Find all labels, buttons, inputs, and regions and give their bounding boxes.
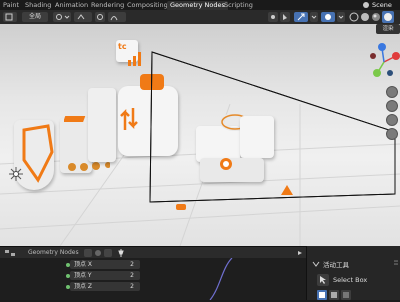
tab-animation[interactable]: Animation xyxy=(52,1,91,10)
tab-compositing[interactable]: Compositing xyxy=(124,1,171,10)
scene-icon[interactable] xyxy=(362,1,370,9)
selection-mode-buttons[interactable] xyxy=(317,290,353,300)
socket-icon[interactable] xyxy=(66,273,70,278)
overlays-dropdown[interactable] xyxy=(337,12,345,22)
navigation-gizmo[interactable] xyxy=(368,42,400,82)
tab-paint[interactable]: Paint xyxy=(0,1,22,10)
node-row-vertex-y[interactable]: 顶点 Y 2 xyxy=(66,271,140,280)
active-tool-title: 活动工具 xyxy=(323,261,349,269)
material-shading-icon[interactable] xyxy=(371,12,381,22)
gizmo-dropdown[interactable] xyxy=(310,12,318,22)
render-badge[interactable]: 渲染 xyxy=(376,24,400,34)
snap-toggle[interactable] xyxy=(74,12,92,22)
editor-type-button[interactable] xyxy=(3,12,17,22)
transform-orientation-label: 全局 xyxy=(28,13,41,20)
camera-view-button[interactable] xyxy=(386,114,398,126)
node-row-label: 顶点 Y xyxy=(74,272,92,279)
perspective-toggle-button[interactable] xyxy=(386,128,398,140)
node-tree-tools[interactable] xyxy=(84,249,114,257)
editor-type-icon[interactable] xyxy=(4,249,16,257)
tab-rendering[interactable]: Rendering xyxy=(88,1,127,10)
select-box-label: Select Box xyxy=(333,276,368,284)
node-row-vertex-x[interactable]: 顶点 X 2 xyxy=(66,260,140,269)
visibility-icon[interactable] xyxy=(268,12,278,22)
node-row-vertex-z[interactable]: 顶点 Z 2 xyxy=(66,282,140,291)
pan-view-button[interactable] xyxy=(386,100,398,112)
solid-shading-icon[interactable] xyxy=(360,12,370,22)
node-row-value[interactable]: 2 xyxy=(130,282,134,291)
proportional-edit-toggle[interactable] xyxy=(95,12,105,22)
toggle-sidebar-icon[interactable] xyxy=(296,249,304,257)
tab-scripting[interactable]: Scripting xyxy=(221,1,256,10)
collapse-chevron-icon[interactable] xyxy=(312,260,320,268)
rendered-shading-icon[interactable] xyxy=(382,11,394,23)
selectability-icon[interactable] xyxy=(280,12,290,22)
node-row-value[interactable]: 2 xyxy=(130,271,134,280)
falloff-dropdown[interactable] xyxy=(108,12,126,22)
viewport-header: 全局 xyxy=(0,10,400,25)
node-row-label: 顶点 Z xyxy=(74,283,93,290)
transform-orientation-dropdown[interactable]: 全局 xyxy=(22,12,48,22)
tab-shading[interactable]: Shading xyxy=(22,1,54,10)
scene-selector[interactable]: Scene xyxy=(372,1,392,10)
socket-icon[interactable] xyxy=(66,262,70,267)
3d-viewport[interactable]: tc xyxy=(0,24,400,246)
node-row-value[interactable]: 2 xyxy=(130,260,134,269)
node-row-label: 顶点 X xyxy=(74,261,93,268)
node-link-curve xyxy=(209,258,233,300)
select-box-tool-icon[interactable] xyxy=(317,274,329,286)
tool-settings-panel: 活动工具 Select Box xyxy=(306,246,400,300)
socket-icon[interactable] xyxy=(66,284,70,289)
wireframe-shading-icon[interactable] xyxy=(349,12,359,22)
overlays-toggle[interactable] xyxy=(321,12,335,22)
tab-geometry-nodes[interactable]: Geometry Nodes xyxy=(167,1,228,10)
drag-handle-icon[interactable] xyxy=(393,259,399,267)
workspace-bar: Paint Shading Animation Rendering Compos… xyxy=(0,0,400,10)
pin-icon[interactable] xyxy=(116,248,126,258)
zoom-view-button[interactable] xyxy=(386,86,398,98)
gizmo-toggle[interactable] xyxy=(294,12,308,22)
node-editor-canvas[interactable]: 顶点 X 2 顶点 Y 2 顶点 Z 2 xyxy=(0,258,306,300)
camera-frustum[interactable] xyxy=(0,24,400,246)
pivot-point-dropdown[interactable] xyxy=(53,12,71,22)
